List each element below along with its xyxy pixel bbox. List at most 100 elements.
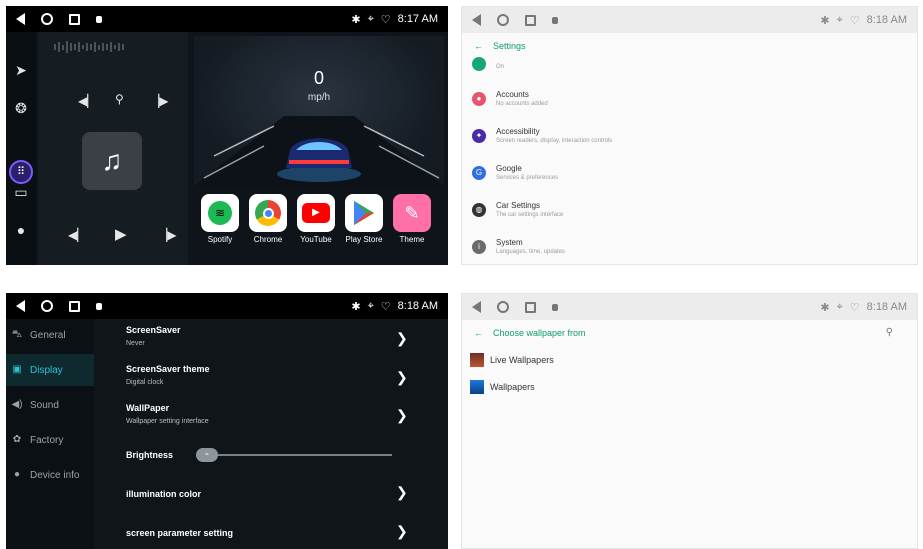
- wallpaper-option-live[interactable]: Live Wallpapers: [470, 353, 554, 367]
- youtube-icon: ▶: [302, 203, 330, 223]
- back-arrow-icon[interactable]: ←: [474, 328, 483, 338]
- chevron-right-icon[interactable]: ❯: [396, 369, 408, 386]
- partial-item-icon: [472, 57, 486, 71]
- home-screen: ✱ ⌖ ♡ 8:17 AM ➤ ❂ ⠿ ▭ ● ◀▏ ⚲ ▕▶ ♫ ◀▏ ▶ ▕…: [6, 6, 448, 265]
- bluetooth-icon: ✱: [351, 300, 361, 313]
- car-icon: ⛍: [11, 329, 23, 340]
- chevron-right-icon[interactable]: ❯: [396, 330, 408, 347]
- recents-nav-icon[interactable]: [525, 14, 536, 26]
- settings-item-system[interactable]: i System Languages, time, updates: [472, 238, 565, 255]
- speedometer-widget: 0 mp/h: [194, 36, 444, 186]
- settings-item-partial[interactable]: On: [472, 57, 504, 71]
- status-bar: ✱ ⌖ ♡ 8:18 AM: [6, 293, 448, 319]
- page-title: Settings: [493, 41, 526, 51]
- app-chrome[interactable]: Chrome: [249, 194, 287, 244]
- back-nav-icon[interactable]: [16, 300, 25, 312]
- clock: 8:17 AM: [397, 13, 438, 25]
- recents-nav-icon[interactable]: [525, 301, 536, 313]
- search-icon[interactable]: ⚲: [886, 327, 893, 338]
- settings-item-accessibility[interactable]: ✦ Accessibility Screen readers, display, …: [472, 127, 612, 144]
- app-spotify[interactable]: ≋ Spotify: [201, 194, 239, 244]
- display-settings-screen: ✱ ⌖ ♡ 8:18 AM ⛍ General ▣ Display ◀) Sound …: [6, 293, 448, 549]
- option-screen-parameter[interactable]: screen parameter setting: [126, 528, 416, 538]
- settings-item-car[interactable]: ◍ Car Settings The car settings interface: [472, 201, 563, 218]
- location-icon: ⌖: [836, 300, 843, 313]
- recents-nav-icon[interactable]: [69, 300, 80, 312]
- location-icon: ⌖: [367, 299, 374, 312]
- app-play-store[interactable]: Play Store: [345, 194, 383, 244]
- option-screensaver[interactable]: ScreenSaver Never: [126, 325, 416, 347]
- page-title: Choose wallpaper from: [493, 328, 586, 338]
- search-icon[interactable]: ⚲: [115, 92, 124, 106]
- home-nav-icon[interactable]: [497, 301, 509, 313]
- gear-icon: ✿: [12, 434, 22, 445]
- next-track-icon[interactable]: ▕▶: [150, 94, 168, 108]
- skip-back-icon[interactable]: ◀▏: [68, 228, 86, 242]
- clock: 8:18 AM: [397, 300, 438, 312]
- skip-forward-icon[interactable]: ▕▶: [158, 228, 176, 242]
- sidebar-item-general[interactable]: ⛍ General: [6, 319, 94, 351]
- sidebar-item-factory[interactable]: ✿ Factory: [6, 424, 94, 456]
- settings-header: ← Settings: [474, 41, 526, 51]
- bluetooth-icon: ✱: [820, 301, 830, 314]
- back-nav-icon[interactable]: [16, 13, 25, 25]
- play-store-icon: [354, 201, 374, 225]
- recents-nav-icon[interactable]: [69, 13, 80, 25]
- music-note-icon[interactable]: ♫: [82, 132, 142, 190]
- location-icon: ⌖: [367, 12, 374, 25]
- option-wallpaper[interactable]: WallPaper Wallpaper setting interface: [126, 403, 416, 425]
- sidebar-item-sound[interactable]: ◀) Sound: [6, 389, 94, 421]
- settings-item-google[interactable]: G Google Services & preferences: [472, 164, 558, 181]
- bluetooth-icon: ✱: [351, 13, 361, 26]
- audio-waveform: [54, 41, 124, 53]
- app-youtube[interactable]: ▶ YouTube: [297, 194, 335, 244]
- brightness-slider-handle[interactable]: =: [196, 448, 218, 462]
- back-nav-icon[interactable]: [472, 14, 481, 26]
- option-illumination-color[interactable]: illumination color: [126, 489, 416, 499]
- status-bar: ✱ ⌖ ♡ 8:18 AM: [462, 7, 917, 33]
- google-icon: G: [472, 165, 486, 180]
- settings-item-accounts[interactable]: ● Accounts No accounts added: [472, 90, 548, 107]
- notification-icon: [96, 15, 102, 23]
- home-nav-icon[interactable]: [41, 300, 53, 312]
- settings-rail-icon[interactable]: ●: [13, 222, 29, 238]
- radio-icon[interactable]: ▭: [13, 184, 29, 200]
- home-nav-icon[interactable]: [41, 13, 53, 25]
- sidebar-item-device-info[interactable]: ● Device info: [6, 459, 94, 491]
- wifi-icon: ♡: [380, 13, 391, 26]
- play-icon[interactable]: ▶: [115, 225, 127, 243]
- wallpapers-thumbnail: [470, 380, 484, 394]
- sidebar-item-display[interactable]: ▣ Display: [6, 354, 94, 386]
- location-icon: ⌖: [836, 13, 843, 26]
- wifi-icon: ♡: [380, 300, 391, 313]
- home-nav-icon[interactable]: [497, 14, 509, 26]
- live-wallpaper-thumbnail: [470, 353, 484, 367]
- previous-track-icon[interactable]: ◀▏: [78, 94, 96, 108]
- notification-icon: [552, 303, 558, 311]
- app-theme[interactable]: ✎ Theme: [393, 194, 431, 244]
- wallpaper-header: ← Choose wallpaper from: [474, 328, 586, 338]
- clock: 8:18 AM: [866, 14, 907, 26]
- system-icon: i: [472, 239, 486, 254]
- navigation-icon[interactable]: ➤: [13, 62, 29, 78]
- brightness-slider-track[interactable]: [196, 454, 392, 456]
- spotify-icon: ≋: [208, 201, 232, 225]
- info-icon: ●: [13, 469, 21, 480]
- chevron-right-icon[interactable]: ❯: [396, 523, 408, 540]
- wallpaper-option-static[interactable]: Wallpapers: [470, 380, 535, 394]
- bluetooth-icon: ✱: [820, 14, 830, 27]
- music-widget: ◀▏ ⚲ ▕▶ ♫ ◀▏ ▶ ▕▶: [38, 32, 188, 265]
- back-arrow-icon[interactable]: ←: [474, 41, 483, 51]
- chevron-right-icon[interactable]: ❯: [396, 484, 408, 501]
- chevron-right-icon[interactable]: ❯: [396, 407, 408, 424]
- back-nav-icon[interactable]: [472, 301, 481, 313]
- accessibility-icon: ✦: [472, 128, 486, 143]
- bluetooth-rail-icon[interactable]: ❂: [13, 100, 29, 116]
- apps-icon[interactable]: ⠿: [9, 160, 33, 184]
- left-rail: ➤ ❂ ⠿ ▭ ●: [6, 32, 36, 265]
- option-screensaver-theme[interactable]: ScreenSaver theme Digital clock: [126, 364, 416, 386]
- speaker-icon: ◀): [11, 399, 23, 410]
- clock: 8:18 AM: [866, 301, 907, 313]
- wifi-icon: ♡: [849, 14, 860, 27]
- status-bar: ✱ ⌖ ♡ 8:17 AM: [6, 6, 448, 32]
